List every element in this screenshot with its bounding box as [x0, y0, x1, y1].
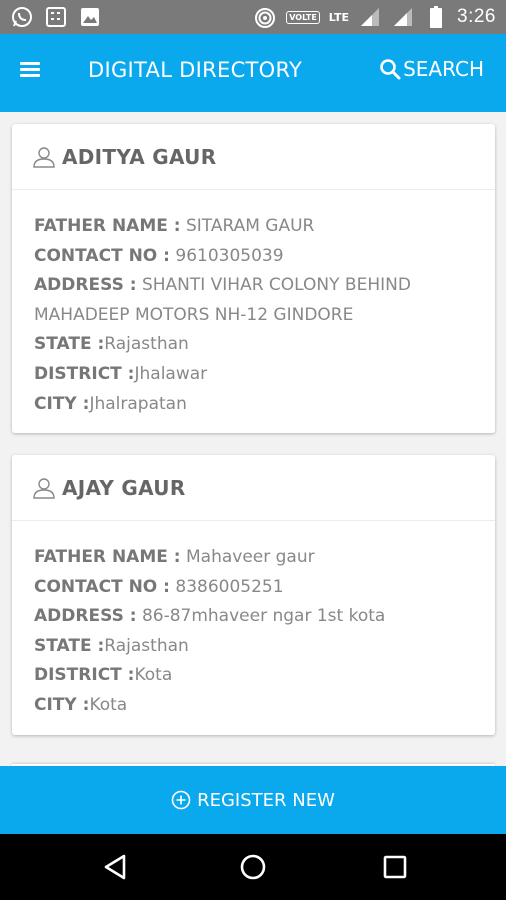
address-label: ADDRESS :	[34, 275, 137, 296]
state-row: STATE :Rajasthan	[34, 632, 473, 662]
contact-value[interactable]: 9610305039	[175, 246, 283, 266]
district-value: Jhalawar	[134, 363, 208, 384]
father-name-value: SITARAM GAUR	[185, 216, 315, 236]
state-value: Rajasthan	[104, 635, 189, 656]
card-header: AJAY GAUR	[12, 455, 495, 521]
father-name-value: Mahaveer gaur	[185, 547, 315, 567]
lte-label: LTE	[328, 10, 350, 24]
state-label: STATE :	[34, 635, 105, 656]
district-row: DISTRICT :Kota	[34, 661, 473, 691]
address-row-continued: MAHADEEP MOTORS NH-12 GINDORE	[34, 301, 473, 331]
search-button[interactable]: SEARCH	[379, 57, 484, 81]
city-row: CITY :Kota	[34, 691, 473, 721]
search-label: SEARCH	[403, 57, 484, 81]
directory-card[interactable]: AJAY GAUR FATHER NAME : Mahaveer gaur CO…	[12, 455, 495, 735]
recents-button[interactable]	[380, 852, 410, 882]
city-row: CITY :Jhalrapatan	[34, 390, 473, 420]
back-icon	[104, 854, 126, 880]
system-nav-bar	[0, 834, 506, 900]
address-value: SHANTI VIHAR COLONY BEHIND	[141, 275, 411, 296]
app-bar: DIGITAL DIRECTORY SEARCH	[0, 34, 506, 112]
state-value: Rajasthan	[104, 334, 189, 355]
register-new-label: REGISTER NEW	[197, 789, 335, 811]
home-icon	[240, 854, 266, 880]
state-row: STATE :Rajasthan	[34, 330, 473, 360]
father-name-label: FATHER NAME :	[34, 216, 181, 236]
image-icon	[78, 5, 102, 29]
person-icon	[33, 477, 55, 499]
card-header: ADITYA GAUR	[12, 124, 495, 190]
city-value: Kota	[89, 694, 128, 715]
address-row: ADDRESS : 86-87mhaveer ngar 1st kota	[34, 602, 473, 632]
father-name-row: FATHER NAME : SITARAM GAUR	[34, 212, 473, 242]
city-value: Jhalrapatan	[89, 393, 187, 414]
contact-label: CONTACT NO :	[34, 245, 170, 266]
card-body: FATHER NAME : Mahaveer gaur CONTACT NO :…	[12, 521, 495, 735]
hotspot-icon	[253, 5, 277, 29]
district-label: DISTRICT :	[34, 665, 135, 686]
district-label: DISTRICT :	[34, 363, 135, 384]
search-icon	[380, 59, 401, 80]
father-name-row: FATHER NAME : Mahaveer gaur	[34, 543, 473, 573]
card-body: FATHER NAME : SITARAM GAUR CONTACT NO : …	[12, 190, 495, 433]
calculator-icon	[44, 5, 68, 29]
address-value: 86-87mhaveer ngar 1st kota	[141, 606, 386, 627]
signal-icon	[358, 5, 382, 29]
back-button[interactable]	[100, 852, 130, 882]
register-new-button[interactable]: REGISTER NEW	[0, 766, 506, 834]
whatsapp-icon	[10, 5, 34, 29]
district-row: DISTRICT :Jhalawar	[34, 360, 473, 390]
directory-card[interactable]: ADITYA GAUR FATHER NAME : SITARAM GAUR C…	[12, 124, 495, 434]
contact-label: CONTACT NO :	[34, 576, 170, 597]
status-bar: VOLTE LTE 3:26	[0, 0, 506, 34]
signal-icon	[391, 5, 415, 29]
battery-icon	[424, 5, 448, 29]
contact-value[interactable]: 8386005251	[175, 577, 283, 597]
city-label: CITY :	[34, 393, 90, 414]
home-button[interactable]	[238, 852, 268, 882]
father-name-label: FATHER NAME :	[34, 547, 181, 567]
person-icon	[33, 146, 55, 168]
entry-name: ADITYA GAUR	[62, 144, 217, 169]
state-label: STATE :	[34, 334, 105, 355]
menu-button[interactable]	[20, 59, 46, 85]
entry-name: AJAY GAUR	[62, 475, 186, 500]
app-title: DIGITAL DIRECTORY	[88, 58, 303, 82]
contact-row: CONTACT NO : 9610305039	[34, 242, 473, 272]
address-row: ADDRESS : SHANTI VIHAR COLONY BEHIND	[34, 271, 473, 301]
recents-icon	[383, 855, 407, 879]
address-label: ADDRESS :	[34, 606, 137, 627]
clock: 3:26	[457, 6, 496, 27]
plus-circle-icon	[171, 790, 191, 810]
volte-badge: VOLTE	[286, 10, 320, 24]
address-value-continued: MAHADEEP MOTORS NH-12 GINDORE	[34, 304, 354, 325]
district-value: Kota	[134, 665, 173, 686]
city-label: CITY :	[34, 694, 90, 715]
menu-icon	[20, 62, 46, 77]
directory-list[interactable]: ADITYA GAUR FATHER NAME : SITARAM GAUR C…	[0, 112, 506, 766]
contact-row: CONTACT NO : 8386005251	[34, 573, 473, 603]
